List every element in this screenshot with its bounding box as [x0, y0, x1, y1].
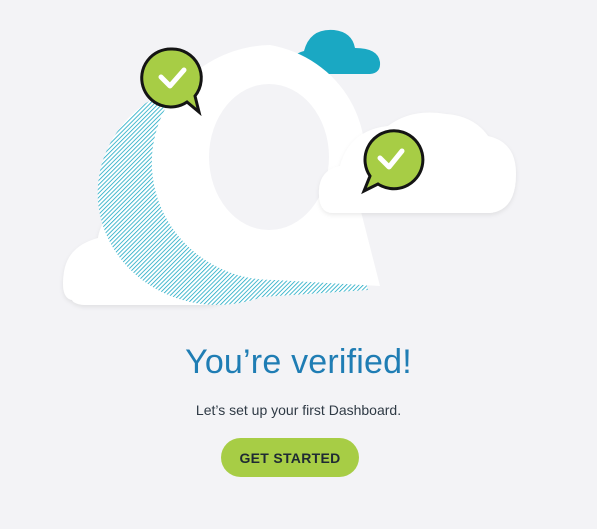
check-bubble-icon	[361, 129, 425, 195]
get-started-button[interactable]: GET STARTED	[221, 438, 359, 477]
verification-success-page: You’re verified! Let’s set up your first…	[0, 0, 597, 529]
page-title: You’re verified!	[185, 343, 412, 381]
verified-illustration	[63, 29, 516, 305]
page-subtitle: Let’s set up your first Dashboard.	[195, 402, 402, 418]
